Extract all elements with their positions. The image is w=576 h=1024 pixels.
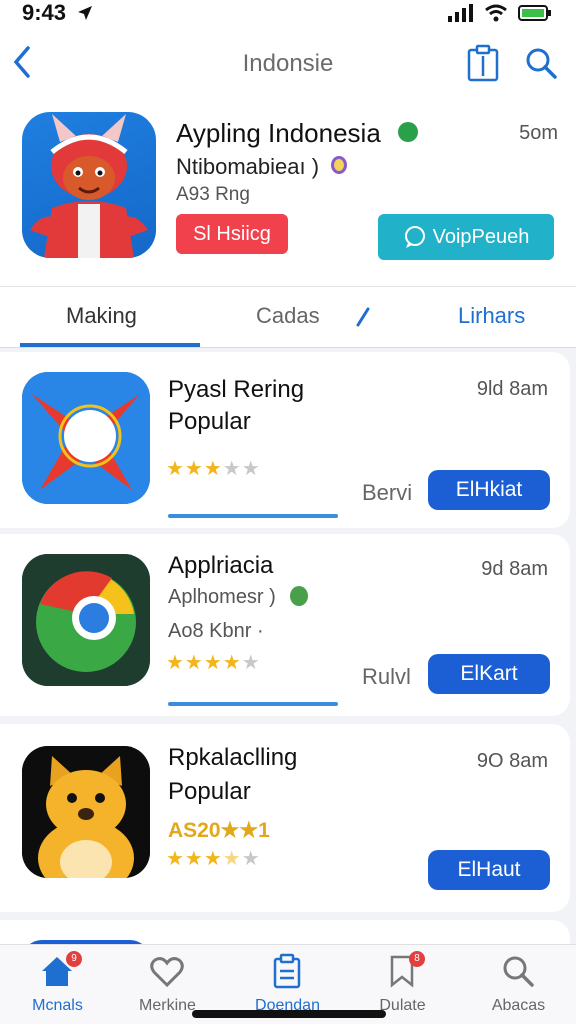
star-rating: ★★★★★ bbox=[166, 848, 261, 870]
app-category: Popular bbox=[168, 408, 251, 435]
app-icon[interactable] bbox=[22, 372, 150, 504]
featured-teal-button-label: VoipPeueh bbox=[432, 225, 530, 248]
list-item[interactable]: Rpkalaclling Popular AS20★★1 9O 8am ★★★★… bbox=[0, 724, 570, 912]
app-list: Pyasl Rering Popular 9ld 8am ★★★★★ Bervi… bbox=[0, 348, 576, 960]
featured-red-button[interactable]: Sl Hsiicg bbox=[176, 214, 288, 254]
featured-app-icon[interactable] bbox=[22, 112, 156, 258]
app-icon[interactable] bbox=[22, 554, 150, 686]
app-time: 9d 8am bbox=[481, 558, 548, 580]
home-indicator bbox=[192, 1010, 386, 1018]
app-time: 9O 8am bbox=[476, 750, 548, 772]
tab-active-indicator bbox=[20, 343, 200, 347]
featured-teal-button[interactable]: VoipPeueh bbox=[378, 214, 554, 260]
developer-badge-icon bbox=[290, 586, 308, 606]
status-bar: 9:43 bbox=[0, 0, 576, 28]
tab-lirhars[interactable]: Lirhars bbox=[458, 303, 525, 329]
progress-bar bbox=[168, 702, 338, 706]
tabbar-item-home[interactable]: 9 Mcnals bbox=[0, 945, 115, 1024]
chevron-right-icon[interactable] bbox=[354, 305, 372, 327]
get-button[interactable]: ElKart bbox=[428, 654, 550, 694]
get-button[interactable]: ElHkiat bbox=[428, 470, 550, 510]
app-title: Applriacia bbox=[168, 552, 274, 579]
get-button[interactable]: ElHaut bbox=[428, 850, 550, 890]
status-time: 9:43 bbox=[22, 0, 67, 25]
app-subtitle: Aplhomesr ) bbox=[168, 586, 276, 608]
tabbar-item-search[interactable]: Abacas bbox=[461, 945, 576, 1024]
developer-badge-icon bbox=[331, 156, 347, 174]
battery-icon bbox=[518, 5, 551, 21]
search-icon[interactable] bbox=[524, 46, 558, 80]
list-item[interactable]: Pyasl Rering Popular 9ld 8am ★★★★★ Bervi… bbox=[0, 352, 570, 528]
segment-tabs: Making Cadas Lirhars bbox=[0, 286, 576, 348]
star-rating: ★★★★★ bbox=[166, 652, 261, 674]
featured-app-rating: A93 Rng bbox=[176, 184, 250, 205]
cellular-signal-icon bbox=[448, 4, 473, 22]
notification-badge: 8 bbox=[409, 951, 425, 967]
star-rating: ★★★★★ bbox=[166, 458, 261, 480]
tabbar-label: Abacas bbox=[491, 997, 546, 1014]
heart-icon bbox=[150, 957, 184, 988]
status-indicators bbox=[448, 4, 552, 22]
clipboard-icon bbox=[273, 953, 301, 989]
promo-text: AS20★★1 bbox=[168, 819, 270, 842]
tabbar-label: Mcnals bbox=[32, 997, 83, 1014]
star-burst-icon bbox=[22, 372, 150, 504]
dog-mascot-icon bbox=[22, 746, 150, 878]
verified-badge-icon bbox=[398, 122, 418, 142]
featured-app-title: Aypling Indonesia bbox=[176, 118, 381, 148]
navigation-bar: Indonsie bbox=[0, 36, 576, 92]
mascot-icon bbox=[30, 114, 148, 258]
chat-bubble-icon bbox=[404, 226, 425, 248]
app-meta: Ao8 Kbnr · bbox=[168, 620, 264, 642]
clipboard-icon[interactable] bbox=[466, 44, 500, 82]
app-category: Popular bbox=[168, 778, 251, 805]
browser-logo-icon bbox=[22, 554, 150, 686]
app-status-label: Rulvl bbox=[362, 664, 411, 689]
list-item[interactable]: Applriacia Aplhomesr ) Ao8 Kbnr · 9d 8am… bbox=[0, 534, 570, 716]
progress-bar bbox=[168, 514, 338, 518]
app-icon[interactable] bbox=[22, 746, 150, 878]
tab-making[interactable]: Making bbox=[66, 303, 137, 329]
wifi-icon bbox=[485, 4, 507, 22]
featured-app-subtitle: Ntibomabieaı ) bbox=[176, 154, 320, 179]
featured-app-time: 5om bbox=[519, 122, 558, 144]
location-arrow-icon bbox=[78, 6, 92, 20]
featured-app: Aypling Indonesia Ntibomabieaı ) A93 Rng… bbox=[0, 110, 576, 270]
app-time: 9ld 8am bbox=[476, 378, 548, 400]
app-title: Rpkalaclling bbox=[168, 744, 298, 771]
notification-badge: 9 bbox=[66, 951, 82, 967]
app-status-label: Bervi bbox=[362, 480, 413, 505]
search-icon bbox=[503, 956, 534, 987]
tab-cadas[interactable]: Cadas bbox=[256, 303, 320, 329]
app-title: Pyasl Rering bbox=[168, 376, 305, 403]
